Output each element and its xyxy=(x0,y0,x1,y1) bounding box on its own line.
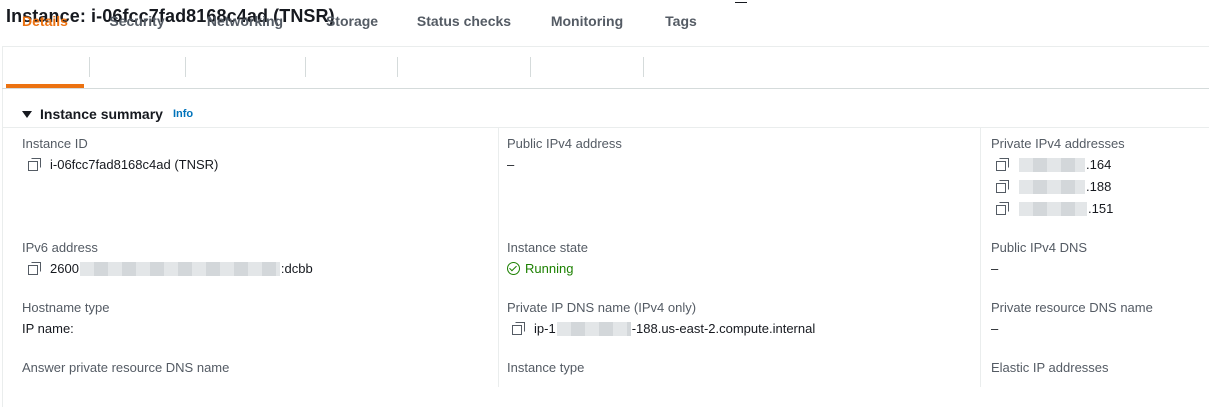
tab-bar xyxy=(2,46,1209,89)
instance-id-text: i-06fcc7fad8168c4ad (TNSR) xyxy=(50,157,219,172)
column-divider xyxy=(980,127,981,387)
private-ipv4-suffix: .151 xyxy=(1088,201,1114,216)
ipv6-suffix: :dcbb xyxy=(280,261,313,276)
public-ipv4-dns-value: – xyxy=(991,261,999,276)
private-ipv4-item: .188 xyxy=(996,179,1111,194)
top-divider xyxy=(735,2,747,3)
tab-separator xyxy=(530,57,531,77)
info-link[interactable]: Info xyxy=(173,108,193,120)
private-ipv4-label: Private IPv4 addresses xyxy=(991,136,1125,151)
tab-storage[interactable]: Storage xyxy=(314,0,390,42)
private-ipv4-item: .164 xyxy=(996,157,1111,172)
private-resource-dns-label: Private resource DNS name xyxy=(991,300,1153,315)
copy-icon[interactable] xyxy=(996,157,1010,172)
instance-state-value: Running xyxy=(507,261,573,276)
ipv6-value: 2600 :dcbb xyxy=(28,261,313,276)
instance-type-label: Instance type xyxy=(507,360,585,375)
instance-id-label: Instance ID xyxy=(22,136,88,151)
hostname-type-value: IP name: xyxy=(22,321,74,336)
redacted-text xyxy=(556,321,631,336)
private-ipv4-item: .151 xyxy=(996,201,1113,216)
copy-icon[interactable] xyxy=(28,157,42,172)
copy-icon[interactable] xyxy=(28,261,42,276)
tab-security[interactable]: Security xyxy=(97,0,177,42)
column-divider xyxy=(498,127,499,387)
tab-separator xyxy=(397,57,398,77)
redacted-text xyxy=(1019,157,1085,172)
ipv6-prefix: 2600 xyxy=(50,261,79,276)
private-ip-dns-prefix: ip-1 xyxy=(534,321,556,336)
instance-state-text: Running xyxy=(525,261,574,276)
private-resource-dns-value: – xyxy=(991,321,999,336)
redacted-text xyxy=(1019,179,1085,194)
copy-icon[interactable] xyxy=(996,179,1010,194)
tab-separator xyxy=(643,57,644,77)
section-title: Instance summary xyxy=(40,106,163,122)
instance-state-label: Instance state xyxy=(507,240,588,255)
tab-status-checks[interactable]: Status checks xyxy=(405,0,523,42)
tab-separator xyxy=(185,57,186,77)
hostname-type-label: Hostname type xyxy=(22,300,110,315)
active-tab-indicator xyxy=(6,84,84,88)
tab-tags[interactable]: Tags xyxy=(652,0,710,42)
private-ip-dns-value: ip-1 -188.us-east-2.compute.internal xyxy=(512,321,815,336)
copy-icon[interactable] xyxy=(996,201,1010,216)
section-divider xyxy=(2,127,1209,128)
tab-networking[interactable]: Networking xyxy=(195,0,295,42)
tab-details[interactable]: Details xyxy=(6,0,84,42)
instance-summary-header[interactable]: Instance summary Info xyxy=(22,106,193,122)
ipv6-label: IPv6 address xyxy=(22,240,98,255)
public-ipv4-dns-label: Public IPv4 DNS xyxy=(991,240,1088,255)
caret-down-icon[interactable] xyxy=(22,110,32,118)
private-ipv4-suffix: .164 xyxy=(1086,157,1112,172)
tab-monitoring[interactable]: Monitoring xyxy=(538,0,636,42)
public-ipv4-value: – xyxy=(507,157,515,172)
public-ipv4-label: Public IPv4 address xyxy=(507,136,622,151)
answer-private-dns-label: Answer private resource DNS name xyxy=(22,360,230,375)
details-panel xyxy=(2,46,1209,407)
tab-separator xyxy=(305,57,306,77)
instance-id-value: i-06fcc7fad8168c4ad (TNSR) xyxy=(28,157,218,172)
redacted-text xyxy=(79,261,280,276)
copy-icon[interactable] xyxy=(512,321,526,336)
private-ipv4-suffix: .188 xyxy=(1086,179,1112,194)
check-circle-icon xyxy=(507,262,520,275)
tab-separator xyxy=(89,57,90,77)
redacted-text xyxy=(1019,201,1087,216)
private-ip-dns-suffix: -188.us-east-2.compute.internal xyxy=(631,321,816,336)
private-ip-dns-label: Private IP DNS name (IPv4 only) xyxy=(507,300,697,315)
elastic-ip-label: Elastic IP addresses xyxy=(991,360,1109,375)
